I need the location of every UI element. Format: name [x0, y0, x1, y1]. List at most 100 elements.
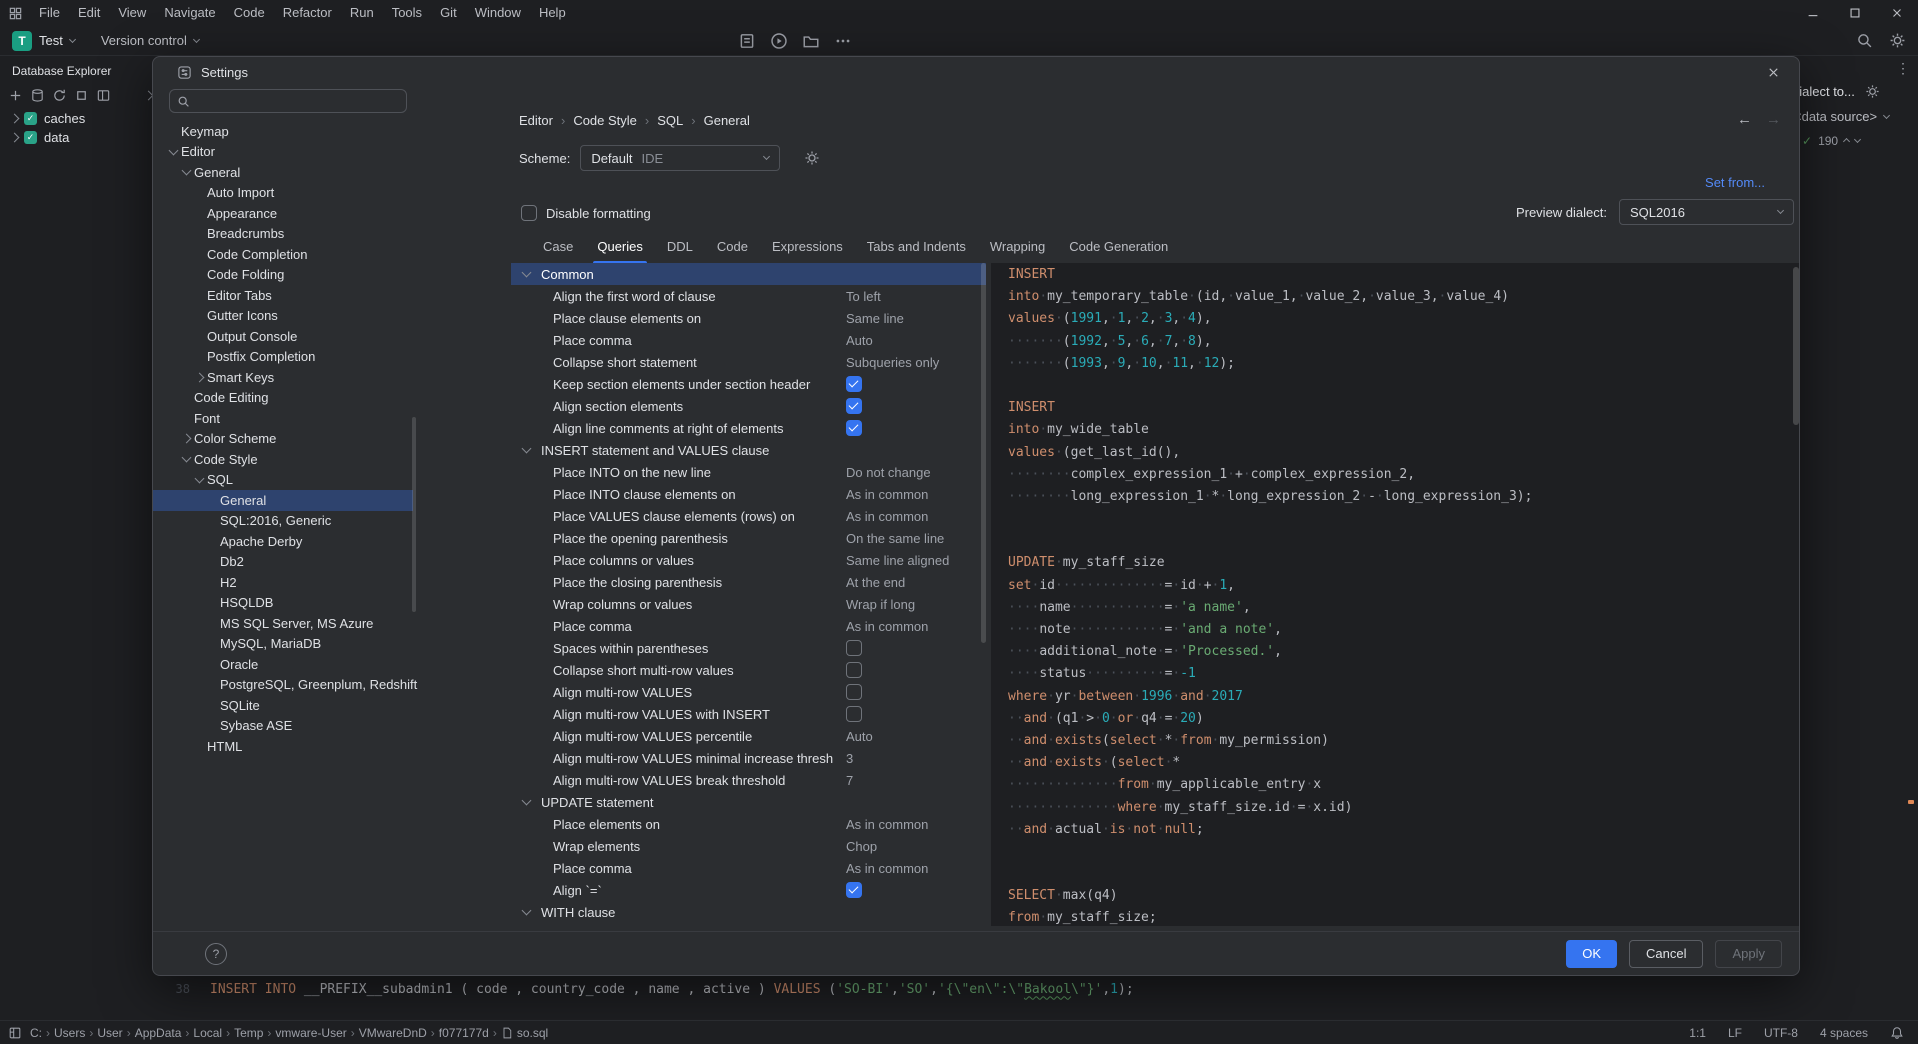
- disable-formatting-checkbox[interactable]: [521, 205, 537, 221]
- option-value-select[interactable]: Same line: [846, 311, 904, 326]
- option-row-align-multi-row-values-break-threshold[interactable]: Align multi-row VALUES break threshold7: [511, 769, 986, 791]
- option-value-select[interactable]: Wrap if long: [846, 597, 915, 612]
- layout-icon[interactable]: [96, 88, 111, 103]
- scheme-select[interactable]: Default IDE: [580, 145, 780, 171]
- option-row-align-multi-row-values-percentile[interactable]: Align multi-row VALUES percentileAuto: [511, 725, 986, 747]
- option-value-select[interactable]: On the same line: [846, 531, 944, 546]
- status-file-name[interactable]: so.sql: [517, 1026, 548, 1040]
- tab-ddl[interactable]: DDL: [655, 233, 705, 264]
- option-row-wrap-elements[interactable]: Wrap elementsChop: [511, 835, 986, 857]
- option-checkbox[interactable]: [846, 706, 862, 722]
- settings-tree-item-ms-sql-server-ms-azure[interactable]: MS SQL Server, MS Azure: [153, 613, 413, 634]
- gear-icon[interactable]: [1865, 84, 1880, 99]
- option-row-place-values-clause-elements-rows-on[interactable]: Place VALUES clause elements (rows) onAs…: [511, 505, 986, 527]
- settings-tree-item-smart-keys[interactable]: Smart Keys: [153, 367, 413, 388]
- disable-formatting-row[interactable]: Disable formatting: [521, 205, 651, 221]
- settings-search-field[interactable]: [169, 89, 407, 113]
- option-row-align-multi-row-values-minimal-increase-thresh[interactable]: Align multi-row VALUES minimal increase …: [511, 747, 986, 769]
- status-path-item-users[interactable]: Users: [54, 1026, 85, 1040]
- run-icon[interactable]: [770, 32, 788, 50]
- option-section-with-clause[interactable]: WITH clause: [511, 901, 986, 923]
- minimize-button[interactable]: [1792, 0, 1834, 26]
- chevron-down-icon[interactable]: [178, 457, 194, 461]
- chevron-right-icon[interactable]: [178, 435, 194, 442]
- settings-tree-item-hsqldb[interactable]: HSQLDB: [153, 593, 413, 614]
- settings-tree-item-output-console[interactable]: Output Console: [153, 326, 413, 347]
- tab-queries[interactable]: Queries: [585, 233, 655, 264]
- forward-arrow-icon[interactable]: →: [1766, 111, 1781, 128]
- option-row-align-line-comments-at-right-of-elements[interactable]: Align line comments at right of elements: [511, 417, 986, 439]
- add-icon[interactable]: [8, 88, 23, 103]
- chevron-right-icon[interactable]: [191, 374, 207, 381]
- notifications-bell-icon[interactable]: [1890, 1026, 1904, 1040]
- settings-tree-item-h2[interactable]: H2: [153, 572, 413, 593]
- option-value-select[interactable]: 7: [846, 773, 853, 788]
- settings-tree-item-gutter-icons[interactable]: Gutter Icons: [153, 306, 413, 327]
- option-value-select[interactable]: At the end: [846, 575, 905, 590]
- option-value-select[interactable]: Auto: [846, 333, 873, 348]
- option-value-select[interactable]: Same line aligned: [846, 553, 949, 568]
- menu-code[interactable]: Code: [225, 0, 274, 26]
- chevron-down-icon[interactable]: [518, 800, 534, 804]
- settings-tree-item-html[interactable]: HTML: [153, 736, 413, 757]
- settings-tree-item-db2[interactable]: Db2: [153, 552, 413, 573]
- chevron-down-icon[interactable]: [1854, 136, 1861, 143]
- settings-tree-item-sqlite[interactable]: SQLite: [153, 695, 413, 716]
- ok-button[interactable]: OK: [1566, 940, 1617, 968]
- option-value-select[interactable]: As in common: [846, 817, 928, 832]
- inspections-widget[interactable]: ✓ 190: [1802, 134, 1860, 148]
- menu-git[interactable]: Git: [431, 0, 466, 26]
- option-row-keep-section-elements-under-section-header[interactable]: Keep section elements under section head…: [511, 373, 986, 395]
- settings-tree-item-appearance[interactable]: Appearance: [153, 203, 413, 224]
- breadcrumb-item-sql[interactable]: SQL: [657, 113, 683, 128]
- option-row-collapse-short-statement[interactable]: Collapse short statementSubqueries only: [511, 351, 986, 373]
- version-control-widget[interactable]: Version control: [101, 33, 199, 48]
- option-row-place-into-on-the-new-line[interactable]: Place INTO on the new lineDo not change: [511, 461, 986, 483]
- option-row-place-the-closing-parenthesis[interactable]: Place the closing parenthesisAt the end: [511, 571, 986, 593]
- preview-scrollbar[interactable]: [1793, 267, 1799, 425]
- option-row-place-clause-elements-on[interactable]: Place clause elements onSame line: [511, 307, 986, 329]
- tab-code-generation[interactable]: Code Generation: [1057, 233, 1180, 264]
- layout-grid-icon[interactable]: [8, 1026, 22, 1040]
- chevron-right-icon[interactable]: [6, 115, 22, 122]
- more-icon[interactable]: [834, 32, 852, 50]
- option-row-wrap-columns-or-values[interactable]: Wrap columns or valuesWrap if long: [511, 593, 986, 615]
- breadcrumb-item-editor[interactable]: Editor: [519, 113, 553, 128]
- tree-scrollbar[interactable]: [412, 417, 416, 612]
- settings-tree-item-editor-tabs[interactable]: Editor Tabs: [153, 285, 413, 306]
- search-input[interactable]: [196, 94, 399, 109]
- settings-tree-item-oracle[interactable]: Oracle: [153, 654, 413, 675]
- chevron-down-icon[interactable]: [518, 448, 534, 452]
- error-stripe-mark[interactable]: [1908, 800, 1914, 804]
- option-checkbox[interactable]: [846, 398, 862, 414]
- db-tree-item-caches[interactable]: ✓caches: [0, 109, 160, 128]
- option-checkbox[interactable]: [846, 882, 862, 898]
- option-value-select[interactable]: As in common: [846, 619, 928, 634]
- option-row-place-comma[interactable]: Place commaAs in common: [511, 615, 986, 637]
- option-row-align-[interactable]: Align `=`: [511, 879, 986, 901]
- menu-view[interactable]: View: [109, 0, 155, 26]
- settings-tree-item-code-completion[interactable]: Code Completion: [153, 244, 413, 265]
- preview-dialect-select[interactable]: SQL2016: [1619, 199, 1794, 225]
- help-button[interactable]: ?: [205, 943, 227, 965]
- database-icon[interactable]: [30, 88, 45, 103]
- option-row-place-columns-or-values[interactable]: Place columns or valuesSame line aligned: [511, 549, 986, 571]
- close-icon[interactable]: [1766, 65, 1781, 80]
- settings-tree-item-sql-2016-generic[interactable]: SQL:2016, Generic: [153, 511, 413, 532]
- tab-tabs-and-indents[interactable]: Tabs and Indents: [855, 233, 978, 264]
- option-row-place-the-opening-parenthesis[interactable]: Place the opening parenthesisOn the same…: [511, 527, 986, 549]
- option-value-select[interactable]: As in common: [846, 487, 928, 502]
- option-value-select[interactable]: Chop: [846, 839, 877, 854]
- status-path-item-user[interactable]: User: [97, 1026, 122, 1040]
- search-icon[interactable]: [1856, 32, 1873, 49]
- settings-tree-item-sybase-ase[interactable]: Sybase ASE: [153, 716, 413, 737]
- menu-help[interactable]: Help: [530, 0, 575, 26]
- settings-tree-item-mysql-mariadb[interactable]: MySQL, MariaDB: [153, 634, 413, 655]
- option-row-spaces-within-parentheses[interactable]: Spaces within parentheses: [511, 637, 986, 659]
- tab-wrapping[interactable]: Wrapping: [978, 233, 1057, 264]
- option-row-place-comma[interactable]: Place commaAuto: [511, 329, 986, 351]
- settings-gear-icon[interactable]: [1889, 32, 1906, 49]
- option-checkbox[interactable]: [846, 420, 862, 436]
- status-path-item-appdata[interactable]: AppData: [135, 1026, 182, 1040]
- settings-tree-item-font[interactable]: Font: [153, 408, 413, 429]
